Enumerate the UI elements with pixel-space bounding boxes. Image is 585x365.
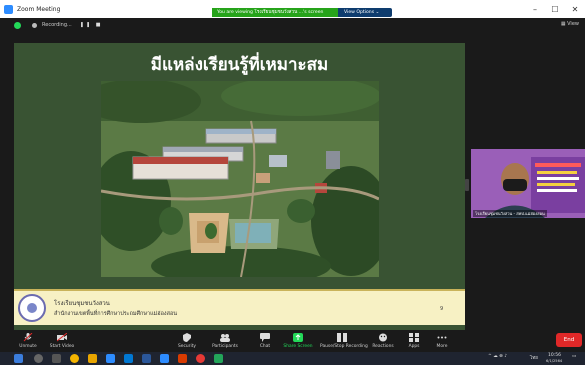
view-options-button[interactable]: View Options ⌄ (338, 8, 392, 17)
screen-share-banner: You are viewing โรงเรียนชุมชนวังสวน ...'… (212, 8, 392, 17)
close-button[interactable]: ✕ (565, 0, 585, 18)
start-icon[interactable] (14, 354, 23, 363)
slide-title: มีแหล่งเรียนรู้ที่เหมาะสม (150, 55, 329, 75)
recording-icon (337, 333, 347, 342)
share-screen-label: Share Screen (283, 344, 313, 349)
participants-button[interactable]: Participants (210, 330, 240, 352)
participants-icon (220, 334, 230, 342)
security-label: Security (177, 344, 197, 349)
word-icon[interactable] (142, 354, 151, 363)
chat-label: Chat (259, 344, 271, 349)
shield-icon (183, 333, 191, 342)
opera-icon[interactable] (196, 354, 205, 363)
start-video-label: Start Video (49, 344, 75, 349)
start-video-button[interactable]: Start Video (48, 330, 76, 352)
pause-stop-recording-label: Pause/Stop Recording (320, 344, 368, 349)
task-view-icon[interactable] (52, 354, 61, 363)
windows-taskbar: ^ ☁ ⊕ ♪ ไทย 10:56 6/1/2564 ▭ (0, 352, 585, 365)
school-logo-seal (18, 294, 46, 322)
security-button[interactable]: Security (176, 330, 198, 352)
unmute-label: Unmute (19, 344, 37, 349)
reactions-label: Reactions (372, 344, 394, 349)
recording-label: Recording... (42, 22, 72, 28)
minimize-button[interactable]: – (525, 0, 545, 18)
share-screen-button[interactable]: Share Screen (283, 330, 313, 352)
shared-screen: มีแหล่งเรียนรู้ที่เหมาะสม โรงเรียนชุมชนว… (14, 43, 465, 331)
reactions-button[interactable]: Reactions (370, 330, 396, 352)
language-indicator[interactable]: ไทย (530, 354, 538, 361)
recording-controls[interactable]: ❚❚ ■ (80, 22, 103, 28)
reactions-icon (379, 333, 387, 342)
end-meeting-button[interactable]: End (556, 333, 582, 347)
education-office-name: สำนักงานเขตพื้นที่การศึกษาประถมศึกษาแม่ฮ… (54, 311, 178, 317)
chat-icon (260, 333, 270, 342)
video-camera-icon (57, 333, 67, 342)
participant-name-label: โรงเรียนชุมชนวังสวน - สพป.แม่ฮ่องสอน (473, 210, 547, 217)
thumbnail-collapse-handle[interactable] (465, 179, 469, 191)
edge-icon[interactable] (124, 354, 133, 363)
powerpoint-icon[interactable] (178, 354, 187, 363)
search-icon[interactable] (34, 354, 43, 363)
view-button[interactable]: ▦ View (561, 21, 579, 27)
window-title: Zoom Meeting (17, 5, 61, 13)
apps-label: Apps (408, 344, 420, 349)
encryption-shield-icon[interactable] (14, 21, 21, 29)
clock-date[interactable]: 6/1/2564 (546, 359, 562, 363)
recording-dot-icon (32, 22, 37, 28)
zoom-taskbar-icon[interactable] (106, 354, 115, 363)
apps-icon (409, 333, 419, 342)
microphone-icon (23, 333, 33, 342)
unmute-button[interactable]: Unmute (16, 330, 40, 352)
school-name: โรงเรียนชุมชนวังสวน (54, 300, 110, 307)
pause-stop-recording-button[interactable]: Pause/Stop Recording (320, 330, 368, 352)
chrome-icon[interactable] (70, 354, 79, 363)
more-icon (437, 336, 447, 339)
more-label: More (436, 344, 448, 349)
file-explorer-icon[interactable] (88, 354, 97, 363)
more-button[interactable]: More (433, 330, 451, 352)
slide-page-number: 9 (440, 306, 444, 312)
system-tray-icons[interactable]: ^ ☁ ⊕ ♪ (488, 354, 507, 359)
slide-footer: โรงเรียนชุมชนวังสวน สำนักงานเขตพื้นที่กา… (14, 289, 465, 325)
chat-button[interactable]: Chat (256, 330, 274, 352)
window-titlebar: Zoom Meeting You are viewing โรงเรียนชุม… (0, 0, 585, 18)
participant-video-thumbnail[interactable]: โรงเรียนชุมชนวังสวน - สพป.แม่ฮ่องสอน (471, 149, 585, 218)
clock-time[interactable]: 10:56 (548, 353, 561, 358)
participants-label: Participants (212, 344, 238, 349)
apps-button[interactable]: Apps (405, 330, 423, 352)
maximize-button[interactable]: ☐ (545, 0, 565, 18)
share-screen-icon (293, 333, 303, 342)
zoom-app-icon (4, 4, 13, 14)
school-aerial-photo (101, 81, 379, 277)
meeting-topbar: Recording... ❚❚ ■ ▦ View (0, 18, 585, 32)
line-icon[interactable] (214, 354, 223, 363)
zoom-app-taskbar-icon[interactable] (160, 354, 169, 363)
meeting-toolbar: Unmute Start Video Security Participants… (0, 330, 585, 352)
window-controls: – ☐ ✕ (525, 0, 585, 18)
viewing-screen-text: You are viewing โรงเรียนชุมชนวังสวน ...'… (212, 8, 338, 17)
notification-icon[interactable]: ▭ (572, 354, 576, 359)
